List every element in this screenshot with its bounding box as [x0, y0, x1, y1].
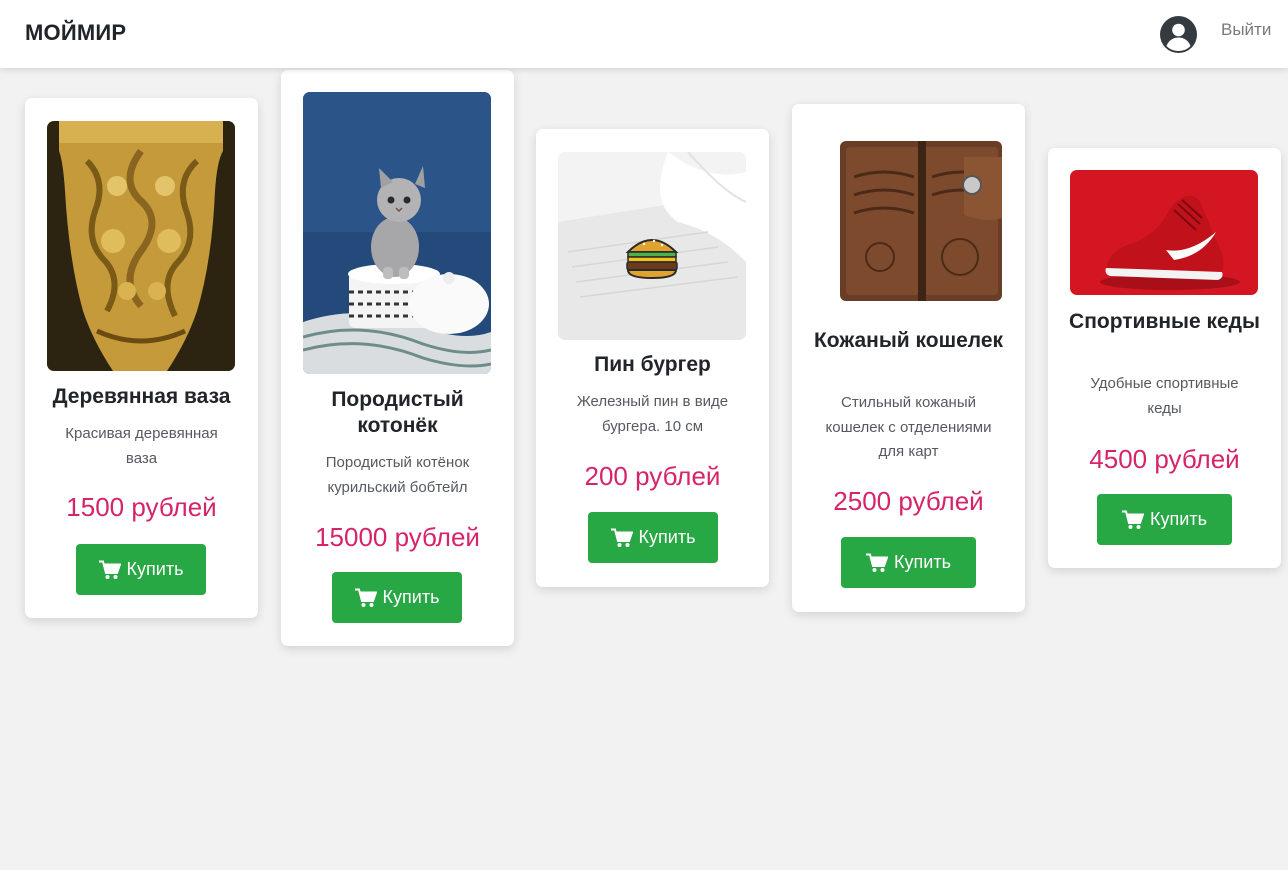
- product-description: Красивая деревянная ваза: [65, 425, 218, 467]
- product-description: Железный пин в виде бургера. 10 см: [576, 393, 729, 435]
- product-price: 1500 рублей: [66, 492, 217, 522]
- navbar: МОЙМИР Выйти: [0, 0, 1288, 68]
- product-description: Породистый котёнок курильский бобтейл: [325, 454, 470, 496]
- buy-button-label: Купить: [126, 559, 184, 579]
- product-image: [303, 92, 491, 374]
- product-image: [1070, 170, 1258, 295]
- buy-button[interactable]: Купить: [841, 537, 976, 588]
- product-title: Породистый котонёк: [331, 388, 464, 437]
- product-card: Пин бургер Железный пин в виде бургера. …: [536, 129, 769, 587]
- cart-icon: [354, 588, 377, 607]
- user-avatar-icon[interactable]: [1160, 16, 1197, 53]
- cart-icon: [610, 528, 633, 547]
- brand-logo[interactable]: МОЙМИР: [25, 20, 126, 46]
- product-card: Породистый котонёк Породистый котёнок ку…: [281, 70, 514, 646]
- product-title: Деревянная ваза: [52, 385, 231, 408]
- cart-icon: [1122, 510, 1145, 529]
- buy-button[interactable]: Купить: [76, 544, 206, 595]
- cart-icon: [98, 560, 121, 579]
- buy-button[interactable]: Купить: [588, 512, 718, 563]
- logout-link[interactable]: Выйти: [1221, 20, 1271, 40]
- product-title: Пин бургер: [594, 353, 711, 376]
- cart-icon: [866, 553, 889, 572]
- product-title: Спортивные кеды: [1069, 310, 1260, 333]
- product-price: 2500 рублей: [833, 486, 984, 516]
- buy-button-label: Купить: [638, 527, 696, 547]
- product-price: 200 рублей: [584, 461, 721, 491]
- product-image: [47, 121, 235, 371]
- product-image: [558, 152, 746, 340]
- product-card: Деревянная ваза Красивая деревянная ваза…: [25, 98, 258, 618]
- product-card: Кожаный кошелек Стильный кожаный кошелек…: [792, 104, 1025, 612]
- buy-button-label: Купить: [894, 552, 951, 572]
- product-description: Удобные спортивные кеды: [1090, 375, 1239, 417]
- buy-button[interactable]: Купить: [332, 572, 462, 623]
- product-price: 4500 рублей: [1089, 444, 1240, 474]
- product-card: Спортивные кеды Удобные спортивные кеды …: [1048, 148, 1281, 568]
- buy-button-label: Купить: [382, 587, 440, 607]
- buy-button-label: Купить: [1150, 509, 1207, 529]
- product-image: [814, 127, 1002, 315]
- buy-button[interactable]: Купить: [1097, 494, 1232, 545]
- product-title: Кожаный кошелек: [813, 329, 1004, 352]
- product-description: Стильный кожаный кошелек с отделениями д…: [825, 394, 992, 460]
- product-price: 15000 рублей: [315, 522, 480, 552]
